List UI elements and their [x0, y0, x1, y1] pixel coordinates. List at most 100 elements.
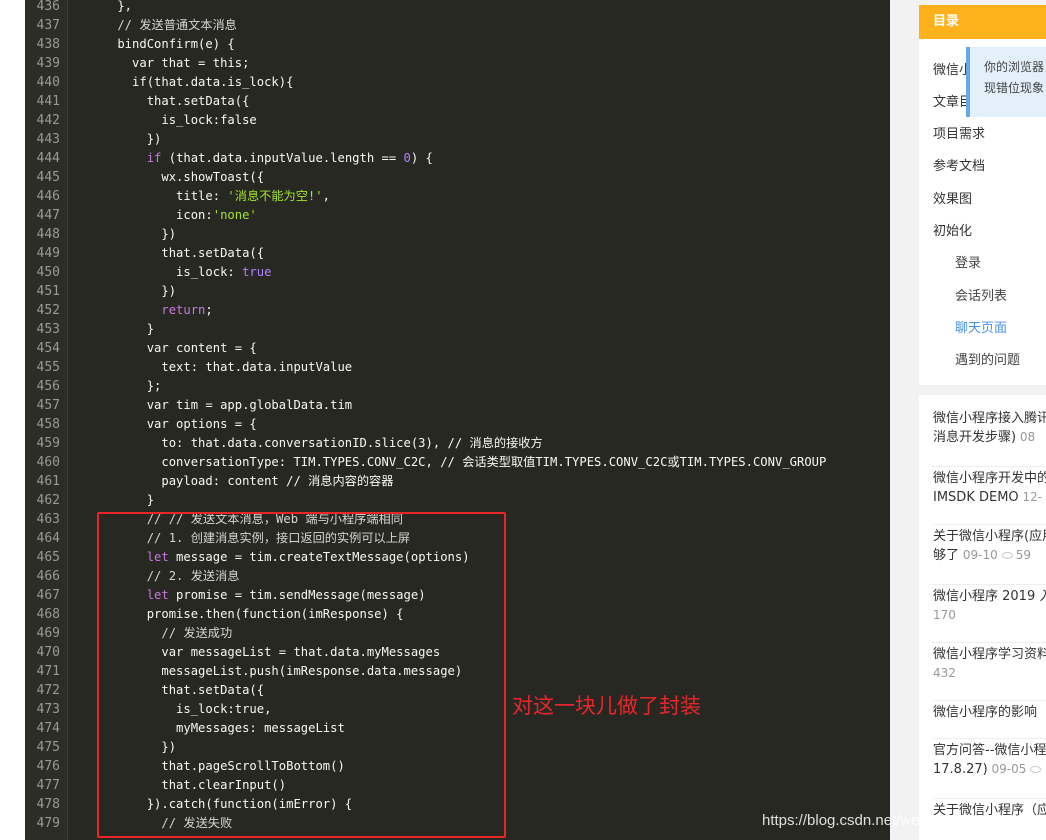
tooltip-line-2: 现错位现象 [984, 81, 1045, 95]
code-text: that.setData({ [60, 92, 250, 111]
related-article-1[interactable]: 微信小程序开发中的 IMSDK DEMO 12- [933, 467, 1046, 525]
code-token: title: [88, 189, 228, 203]
toc-item-7[interactable]: 会话列表 [955, 285, 1007, 304]
code-line: 443 }) [25, 130, 890, 149]
code-line: 445 wx.showToast({ [25, 168, 890, 187]
code-token: } [88, 493, 155, 507]
related-title: 关于微信小程序（应 [933, 803, 1046, 818]
code-text: text: that.data.inputValue [60, 358, 352, 377]
related-article-4[interactable]: 微信小程序学习资料 432 [933, 643, 1046, 701]
code-line: 458 var options = { [25, 415, 890, 434]
code-line: 447 icon:'none' [25, 206, 890, 225]
line-number: 457 [36, 398, 60, 413]
related-title: 微信小程序接入腾讯 [933, 411, 1046, 426]
annotation-text: 对这一块儿做了封装 [512, 694, 701, 718]
code-line: 457 var tim = app.globalData.tim [25, 396, 890, 415]
code-text: that.setData({ [60, 244, 264, 263]
line-number: 463 [36, 512, 60, 527]
line-number: 462 [36, 493, 60, 508]
code-text: icon:'none' [60, 206, 257, 225]
related-article-2[interactable]: 关于微信小程序(应用 够了 09-10 59 [933, 525, 1046, 585]
toc-item-5[interactable]: 初始化 [933, 220, 972, 239]
related-article-0[interactable]: 微信小程序接入腾讯 消息开发步骤) 08 [933, 409, 1046, 467]
code-token: , [322, 189, 330, 203]
line-number: 438 [36, 37, 60, 52]
page-left-margin [0, 0, 25, 840]
line-number: 442 [36, 113, 60, 128]
line-number: 451 [36, 284, 60, 299]
line-number: 449 [36, 246, 60, 261]
code-line: 444 if (that.data.inputValue.length == 0… [25, 149, 890, 168]
code-token: to: that.data.conversationID.slice(3), /… [88, 436, 543, 450]
line-number: 446 [36, 189, 60, 204]
code-token: } [88, 322, 155, 336]
toc-item-4[interactable]: 效果图 [933, 188, 972, 207]
code-token: }) [88, 227, 177, 241]
line-number: 448 [36, 227, 60, 242]
line-number: 454 [36, 341, 60, 356]
related-article-7[interactable]: 关于微信小程序（应 [933, 799, 1046, 839]
line-number: 464 [36, 531, 60, 546]
code-line: 459 to: that.data.conversationID.slice(3… [25, 434, 890, 453]
line-number: 440 [36, 75, 60, 90]
code-text: bindConfirm(e) { [60, 35, 235, 54]
toc-item-6[interactable]: 登录 [955, 252, 981, 271]
line-number: 475 [36, 740, 60, 755]
code-text: wx.showToast({ [60, 168, 264, 187]
code-line: 461 payload: content // 消息内容的容器 [25, 472, 890, 491]
views-icon [1001, 552, 1013, 559]
related-title: 官方问答--微信小程 [933, 743, 1046, 758]
line-number: 468 [36, 607, 60, 622]
line-number: 472 [36, 683, 60, 698]
code-line: 451 }) [25, 282, 890, 301]
line-number: 453 [36, 322, 60, 337]
related-article-6[interactable]: 官方问答--微信小程 17.8.27) 09-05 [933, 739, 1046, 799]
code-text: conversationType: TIM.TYPES.CONV_C2C, //… [60, 453, 826, 472]
line-number: 443 [36, 132, 60, 147]
toc-item-8-active[interactable]: 聊天页面 [955, 317, 1007, 336]
line-number: 476 [36, 759, 60, 774]
code-line: 450 is_lock: true [25, 263, 890, 282]
line-number: 465 [36, 550, 60, 565]
code-token: bindConfirm(e) { [88, 37, 235, 51]
code-text: var options = { [60, 415, 257, 434]
code-text: } [60, 320, 154, 339]
code-line: 442 is_lock:false [25, 111, 890, 130]
code-token: }, [88, 0, 133, 13]
code-text: // 发送普通文本消息 [60, 16, 237, 35]
related-title: 微信小程序学习资料 [933, 647, 1046, 662]
code-line: 454 var content = { [25, 339, 890, 358]
line-number: 458 [36, 417, 60, 432]
line-number: 469 [36, 626, 60, 641]
code-text: var that = this; [60, 54, 249, 73]
code-token: var tim = app.globalData.tim [88, 398, 353, 412]
related-title: 关于微信小程序(应用 [933, 529, 1046, 544]
code-text: var tim = app.globalData.tim [60, 396, 352, 415]
related-article-5[interactable]: 微信小程序的影响 [933, 701, 1046, 739]
related-title: 微信小程序的影响 [933, 705, 1038, 720]
related-date: 08 [1019, 430, 1036, 444]
code-line: 439 var that = this; [25, 54, 890, 73]
toc-item-9[interactable]: 遇到的问题 [955, 349, 1020, 368]
toc-header: 目录 [919, 5, 1046, 39]
code-token: ) { [410, 151, 433, 165]
code-token: text: that.data.inputValue [88, 360, 353, 374]
line-number: 470 [36, 645, 60, 660]
code-text: to: that.data.conversationID.slice(3), /… [60, 434, 543, 453]
line-number: 459 [36, 436, 60, 451]
related-views: 59 [1015, 548, 1031, 562]
toc-item-3[interactable]: 参考文档 [933, 155, 985, 174]
code-token: 'none' [212, 208, 257, 222]
browser-tooltip: 你的浏览器 现错位现象 [966, 47, 1046, 117]
related-views: 170 [933, 608, 956, 622]
code-token: that.setData({ [88, 246, 265, 260]
related-article-3[interactable]: 微信小程序 2019 入 170 [933, 585, 1046, 643]
related-title: 微信小程序 2019 入 [933, 589, 1046, 604]
line-number: 473 [36, 702, 60, 717]
code-token: var content = { [88, 341, 257, 355]
line-number: 466 [36, 569, 60, 584]
code-text: }; [60, 377, 162, 396]
code-line: 438 bindConfirm(e) { [25, 35, 890, 54]
toc-item-2[interactable]: 项目需求 [933, 123, 985, 142]
